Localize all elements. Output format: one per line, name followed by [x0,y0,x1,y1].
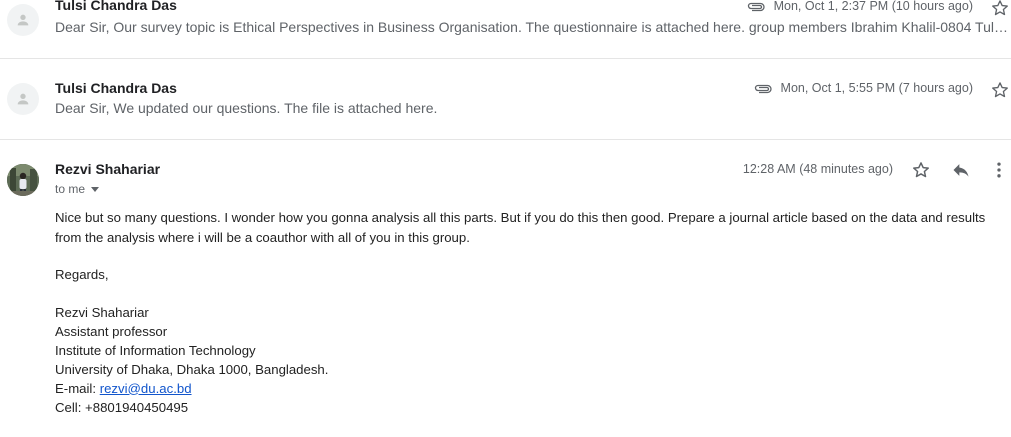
sender-name[interactable]: Rezvi Shahariar [55,161,160,177]
signature-institute: Institute of Information Technology [55,342,256,358]
signature-email-line: E-mail: rezvi@du.ac.bd [55,379,1007,398]
body-paragraph: Nice but so many questions. I wonder how… [55,210,986,245]
paperclip-icon [747,1,765,12]
message-meta: Mon, Oct 1, 2:37 PM (10 hours ago) [747,0,973,13]
collapsed-message[interactable]: Tulsi Chandra Das Dear Sir, Our survey t… [0,0,1011,59]
signature-cell: Cell: +8801940450495 [55,399,189,415]
signature-university: University of Dhaka, Dhaka 1000, Banglad… [55,361,329,377]
star-icon[interactable] [909,158,933,182]
recipient-label: to me [55,182,86,196]
person-icon [7,83,39,115]
paperclip-icon [754,83,772,94]
email-thread: Tulsi Chandra Das Dear Sir, Our survey t… [0,0,1011,437]
email-label: E-mail: [55,380,100,396]
signature-title: Assistant professor [55,323,168,339]
reply-icon[interactable] [949,158,973,182]
email-link[interactable]: rezvi@du.ac.bd [100,381,192,396]
message-time: Mon, Oct 1, 5:55 PM (7 hours ago) [780,81,973,95]
signature-name: Rezvi Shahariar [55,304,149,320]
star-icon[interactable] [988,0,1011,20]
avatar[interactable] [7,164,39,196]
person-icon [7,4,39,36]
closing-line: Regards, [55,267,109,282]
message-meta: Mon, Oct 1, 5:55 PM (7 hours ago) [754,81,973,95]
recipient-details-toggle[interactable]: to me [55,182,100,196]
chevron-down-icon[interactable] [91,187,100,192]
sender-name: Tulsi Chandra Das [55,0,177,13]
message-time: Mon, Oct 1, 2:37 PM (10 hours ago) [773,0,973,13]
star-icon[interactable] [988,78,1011,102]
message-body: Nice but so many questions. I wonder how… [55,208,1007,417]
message-snippet: Dear Sir, We updated our questions. The … [55,100,438,116]
sender-name: Tulsi Chandra Das [55,80,177,96]
expanded-message: Rezvi Shahariar to me 12:28 AM (48 minut… [0,140,1011,437]
more-vert-icon[interactable] [987,158,1011,182]
collapsed-message[interactable]: Tulsi Chandra Das Dear Sir, We updated o… [0,59,1011,140]
message-time: 12:28 AM (48 minutes ago) [742,162,893,176]
message-snippet: Dear Sir, Our survey topic is Ethical Pe… [55,19,1008,35]
